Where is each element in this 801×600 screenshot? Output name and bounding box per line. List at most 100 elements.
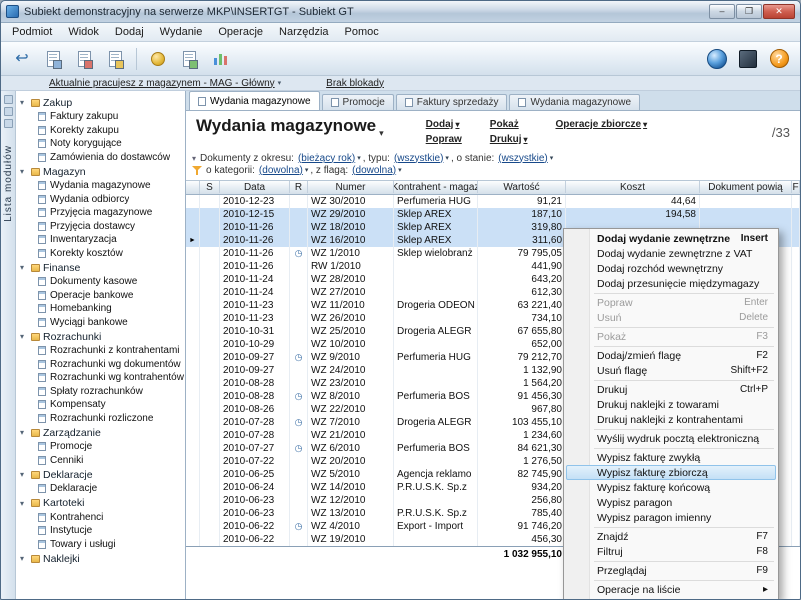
sidebar-item-homebanking[interactable]: Homebanking bbox=[16, 302, 185, 316]
panel-button-icon[interactable] bbox=[4, 107, 13, 116]
sidebar-item-rozrachunki-rozliczone[interactable]: Rozrachunki rozliczone bbox=[16, 412, 185, 426]
sidebar-group-zarzadzanie[interactable]: ▾Zarządzanie bbox=[16, 425, 185, 440]
sidebar-item-deklaracje[interactable]: Deklaracje bbox=[16, 482, 185, 496]
sidebar-item-towary-i-uslugi[interactable]: Towary i usługi bbox=[16, 538, 185, 552]
context-menu-item-usun-flage[interactable]: Usuń flagęShift+F2 bbox=[566, 363, 776, 378]
close-button[interactable]: ✕ bbox=[763, 4, 795, 19]
sidebar-item-instytucje[interactable]: Instytucje bbox=[16, 524, 185, 538]
context-menu-item-dodaj-wydanie-zewnetrzne[interactable]: Dodaj wydanie zewnętrzneInsert bbox=[566, 231, 776, 246]
sidebar-item-inwentaryzacja[interactable]: Inwentaryzacja bbox=[16, 233, 185, 247]
panel-button-icon[interactable] bbox=[4, 95, 13, 104]
sidebar-item-rozrachunki-z-kontrahentami[interactable]: Rozrachunki z kontrahentami bbox=[16, 344, 185, 358]
back-button[interactable]: ↩ bbox=[9, 46, 35, 72]
filter-value-link[interactable]: (wszystkie) bbox=[498, 153, 547, 164]
active-warehouse-link[interactable]: Aktualnie pracujesz z magazynem - MAG - … bbox=[49, 78, 275, 89]
sidebar-item-splaty-rozrachunkow[interactable]: Spłaty rozrachunków bbox=[16, 385, 185, 399]
page-action-button[interactable]: Operacje zbiorcze▾ bbox=[555, 119, 647, 134]
sidebar-item-operacje-bankowe[interactable]: Operacje bankowe bbox=[16, 289, 185, 303]
context-menu-item-operacje-na-liscie[interactable]: Operacje na liście▸ bbox=[566, 582, 776, 597]
panel-button-icon[interactable] bbox=[4, 119, 13, 128]
column-header-data[interactable]: Data bbox=[220, 181, 290, 193]
new-document-button[interactable] bbox=[40, 46, 66, 72]
context-menu-item-dodaj-rozchod-wewnetrzny[interactable]: Dodaj rozchód wewnętrzny bbox=[566, 261, 776, 276]
sidebar-group-finanse[interactable]: ▾Finanse bbox=[16, 260, 185, 275]
context-menu-item-dodaj-wydanie-zewnetrzne-z-vat[interactable]: Dodaj wydanie zewnętrzne z VAT bbox=[566, 246, 776, 261]
sidebar-item-rozrachunki-wg-dokumentow[interactable]: Rozrachunki wg dokumentów bbox=[16, 358, 185, 372]
column-header-r[interactable]: R bbox=[290, 181, 308, 193]
column-header-wartosc[interactable]: Wartość bbox=[478, 181, 566, 193]
filter-value-link[interactable]: (bieżący rok) bbox=[298, 153, 355, 164]
page-action-button[interactable]: Popraw▾ bbox=[426, 134, 462, 149]
page-action-button[interactable]: Drukuj▾ bbox=[490, 134, 528, 149]
context-menu-item-drukuj-naklejki-z-kontrahentami[interactable]: Drukuj naklejki z kontrahentami bbox=[566, 412, 776, 427]
menu-item[interactable]: Wydanie bbox=[152, 24, 211, 40]
column-header-f[interactable]: F bbox=[792, 181, 800, 193]
filter-value-link[interactable]: (dowolna) bbox=[352, 165, 396, 176]
menu-item[interactable]: Widok bbox=[60, 24, 107, 40]
filter-value-link[interactable]: (dowolna) bbox=[259, 165, 303, 176]
minimize-button[interactable]: – bbox=[709, 4, 735, 19]
page-action-button[interactable]: Dodaj▾ bbox=[426, 119, 462, 134]
sidebar-group-rozrachunki[interactable]: ▾Rozrachunki bbox=[16, 329, 185, 344]
sidebar-item-dokumenty-kasowe[interactable]: Dokumenty kasowe bbox=[16, 275, 185, 289]
tab[interactable]: Wydania magazynowe bbox=[509, 94, 640, 110]
filter-collapse-icon[interactable]: ▾ bbox=[192, 154, 196, 163]
context-menu-item-filtruj[interactable]: FiltrujF8 bbox=[566, 544, 776, 559]
context-menu-item-wypisz-paragon[interactable]: Wypisz paragon bbox=[566, 495, 776, 510]
column-header-kontrahent[interactable]: Kontrahent - magaz bbox=[394, 181, 478, 193]
sidebar-item-wydania-odbiorcy[interactable]: Wydania odbiorcy bbox=[16, 193, 185, 207]
tab[interactable]: Promocje bbox=[322, 94, 394, 110]
sidebar-group-magazyn[interactable]: ▾Magazyn bbox=[16, 164, 185, 179]
context-menu-item-wyslij-wydruk-poczta-elektroniczna[interactable]: Wyślij wydruk pocztą elektroniczną bbox=[566, 431, 776, 446]
context-menu-item-wypisz-fakture-zbiorcza[interactable]: Wypisz fakturę zbiorczą bbox=[566, 465, 776, 480]
menu-item[interactable]: Operacje bbox=[210, 24, 271, 40]
sidebar-item-przyjecia-dostawcy[interactable]: Przyjęcia dostawcy bbox=[16, 220, 185, 234]
sidebar-item-przyjecia-magazynowe[interactable]: Przyjęcia magazynowe bbox=[16, 206, 185, 220]
context-menu-item-wypisz-fakture-koncowa[interactable]: Wypisz fakturę końcową bbox=[566, 480, 776, 495]
sidebar-group-deklaracje[interactable]: ▾Deklaracje bbox=[16, 467, 185, 482]
sidebar-item-faktury-zakupu[interactable]: Faktury zakupu bbox=[16, 110, 185, 124]
sidebar-item-promocje[interactable]: Promocje bbox=[16, 440, 185, 454]
menu-item[interactable]: Podmiot bbox=[4, 24, 60, 40]
sidebar-item-rozrachunki-wg-kontrahentow[interactable]: Rozrachunki wg kontrahentów bbox=[16, 371, 185, 385]
context-menu-item-drukuj[interactable]: DrukujCtrl+P bbox=[566, 382, 776, 397]
insert-logo-button[interactable] bbox=[704, 46, 730, 72]
filter-value-link[interactable]: (wszystkie) bbox=[394, 153, 443, 164]
tab[interactable]: Wydania magazynowe bbox=[189, 91, 320, 110]
sidebar-item-kontrahenci[interactable]: Kontrahenci bbox=[16, 511, 185, 525]
correction-document-button[interactable] bbox=[71, 46, 97, 72]
sidebar-group-kartoteki[interactable]: ▾Kartoteki bbox=[16, 496, 185, 511]
lock-status-link[interactable]: Brak blokady bbox=[326, 78, 384, 89]
context-menu-item-przegladaj[interactable]: PrzeglądajF9 bbox=[566, 563, 776, 578]
page-title-dropdown-icon[interactable]: ▾ bbox=[379, 128, 384, 139]
sidebar-item-korekty-zakupu[interactable]: Korekty zakupu bbox=[16, 124, 185, 138]
menu-item[interactable]: Narzędzia bbox=[271, 24, 337, 40]
column-header-numer[interactable]: Numer bbox=[308, 181, 394, 193]
column-header-dokument[interactable]: Dokument powią bbox=[700, 181, 792, 193]
bank-document-button[interactable] bbox=[176, 46, 202, 72]
page-action-button[interactable]: Pokaż▾ bbox=[490, 119, 528, 134]
modules-button[interactable] bbox=[735, 46, 761, 72]
context-menu-item-wypisz-paragon-imienny[interactable]: Wypisz paragon imienny bbox=[566, 510, 776, 525]
cash-button[interactable] bbox=[145, 46, 171, 72]
context-menu-item-dodaj-zmien-flage[interactable]: Dodaj/zmień flagęF2 bbox=[566, 348, 776, 363]
sidebar-group-naklejki[interactable]: ▾Naklejki bbox=[16, 551, 185, 566]
maximize-button[interactable]: ❐ bbox=[736, 4, 762, 19]
sidebar-item-cenniki[interactable]: Cenniki bbox=[16, 454, 185, 468]
context-menu-item-znajdz[interactable]: ZnajdźF7 bbox=[566, 529, 776, 544]
sidebar-item-wydania-magazynowe[interactable]: Wydania magazynowe bbox=[16, 179, 185, 193]
context-menu-item-wypisz-fakture-zwykla[interactable]: Wypisz fakturę zwykłą bbox=[566, 450, 776, 465]
sidebar-item-wyciagi-bankowe[interactable]: Wyciągi bankowe bbox=[16, 316, 185, 330]
context-menu-item-dodaj-przesuniecie-miedzymagazynowe[interactable]: Dodaj przesunięcie międzymagazynowe bbox=[566, 276, 776, 291]
column-header-koszt[interactable]: Koszt bbox=[566, 181, 700, 193]
tab[interactable]: Faktury sprzedaży bbox=[396, 94, 508, 110]
note-document-button[interactable] bbox=[102, 46, 128, 72]
sidebar-group-zakup[interactable]: ▾Zakup bbox=[16, 95, 185, 110]
sidebar-item-noty-korygujace[interactable]: Noty korygujące bbox=[16, 137, 185, 151]
table-row[interactable]: 2010-12-15WZ 29/2010Sklep AREX187,10194,… bbox=[186, 208, 800, 221]
sidebar-item-kompensaty[interactable]: Kompensaty bbox=[16, 398, 185, 412]
report-button[interactable] bbox=[207, 46, 233, 72]
context-menu-item-drukuj-naklejki-z-towarami[interactable]: Drukuj naklejki z towarami bbox=[566, 397, 776, 412]
help-button[interactable]: ? bbox=[766, 46, 792, 72]
sidebar-item-zamowienia-do-dostawcow[interactable]: Zamówienia do dostawców bbox=[16, 151, 185, 165]
